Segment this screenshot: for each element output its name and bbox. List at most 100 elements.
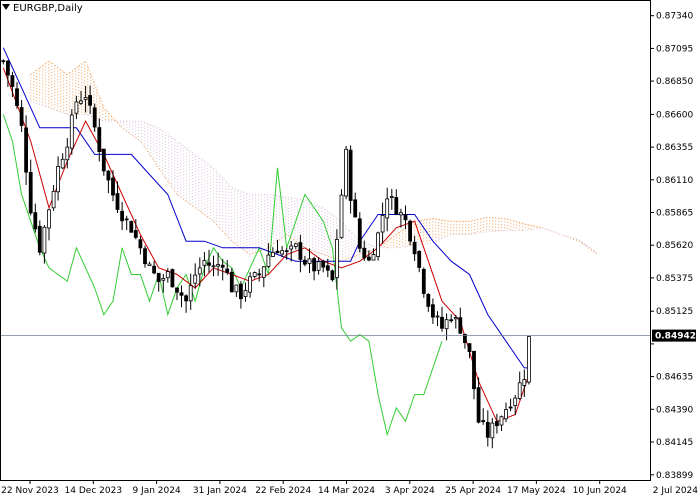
candle-body xyxy=(467,343,472,353)
candle xyxy=(344,146,349,200)
y-tick-label: 0.84635 xyxy=(656,373,693,383)
candle-body xyxy=(211,265,216,268)
candle-body xyxy=(344,148,349,197)
candle-body xyxy=(202,260,207,266)
candle xyxy=(527,336,531,385)
candle-body xyxy=(6,60,10,76)
candle-body xyxy=(1,60,6,63)
y-tick-label: 0.86850 xyxy=(656,77,693,87)
y-axis: 0.87340 0.87095 0.86850 0.86600 0.86355 0.861… xyxy=(650,12,693,481)
plot-frame xyxy=(0,0,651,481)
candle-body xyxy=(133,230,138,238)
candle-body xyxy=(389,196,394,199)
chart-canvas[interactable]: 0.84942 0.87340 0.87095 0.86850 0.86600 0.86… xyxy=(0,0,700,500)
candle-body xyxy=(261,266,266,278)
candle-body xyxy=(270,251,275,257)
x-tick-label: 14 Mar 2024 xyxy=(318,486,375,496)
candle-body xyxy=(458,317,463,334)
candle-body xyxy=(472,350,476,390)
candle-body xyxy=(394,197,399,215)
candle-body xyxy=(421,268,426,294)
chart-root: 0.84942 0.87340 0.87095 0.86850 0.86600 0.86… xyxy=(0,0,700,500)
candle-body xyxy=(485,421,490,438)
candle xyxy=(376,231,381,261)
candle-body xyxy=(275,250,280,254)
candle-body xyxy=(111,177,115,196)
candle-body xyxy=(376,232,381,257)
candle-body xyxy=(494,421,499,427)
candle-body xyxy=(430,304,435,318)
candle-body xyxy=(252,272,257,277)
candle-body xyxy=(508,406,513,409)
candle-body xyxy=(47,209,51,229)
candle xyxy=(339,189,344,239)
candle-body xyxy=(156,272,161,282)
candle-body xyxy=(216,264,221,267)
x-axis: 22 Nov 2023 14 Dec 2023 9 Jan 2024 31 Jan 2… xyxy=(1,480,698,496)
candle-body xyxy=(412,241,417,255)
candle-body xyxy=(334,239,339,278)
candle-body xyxy=(15,88,19,107)
chart-title-text: EURGBP,Daily xyxy=(13,3,83,14)
candle-body xyxy=(453,317,458,320)
candle-body xyxy=(79,100,83,104)
candle-body xyxy=(307,258,312,264)
candle-body xyxy=(449,319,454,322)
candle-body xyxy=(353,199,358,218)
x-tick-label: 31 Jan 2024 xyxy=(193,486,247,496)
candle-body xyxy=(161,278,166,281)
candle-body xyxy=(115,193,120,210)
candle-body xyxy=(33,212,38,230)
candle-body xyxy=(302,259,307,265)
candle-body xyxy=(481,420,486,423)
y-tick-label: 0.84145 xyxy=(656,438,693,448)
chart-title[interactable]: EURGBP,Daily xyxy=(2,3,83,14)
candle-body xyxy=(321,260,326,268)
candle-body xyxy=(348,149,353,201)
candle-body xyxy=(238,283,243,300)
candle-body xyxy=(357,218,362,249)
candle-body xyxy=(403,214,408,221)
candle-body xyxy=(426,293,431,307)
x-tick-label: 10 Jun 2024 xyxy=(573,486,627,496)
candle-body xyxy=(165,271,170,279)
current-price-label: 0.84942 xyxy=(655,332,696,342)
candle-body xyxy=(417,250,422,268)
candle-body xyxy=(339,194,344,238)
candle-body xyxy=(298,242,303,260)
candle-body xyxy=(385,198,390,219)
candle-body xyxy=(220,264,225,268)
y-tick-label: 0.85125 xyxy=(656,307,693,317)
candle-body xyxy=(440,316,444,329)
x-tick-label: 14 Dec 2023 xyxy=(65,486,123,496)
candle-body xyxy=(97,127,102,152)
candle-body xyxy=(435,315,440,318)
candle-body xyxy=(330,270,335,281)
y-tick-label: 0.86600 xyxy=(656,110,693,120)
chevron-down-icon[interactable] xyxy=(2,4,10,10)
candle-body xyxy=(124,218,129,221)
candle-body xyxy=(257,273,262,276)
x-tick-label: 22 Feb 2024 xyxy=(255,486,311,496)
candle-body xyxy=(147,263,152,267)
candle-body xyxy=(398,212,403,216)
candle-body xyxy=(42,226,47,254)
candle-body xyxy=(522,379,527,386)
candle-body xyxy=(101,148,106,172)
candle-body xyxy=(444,319,449,330)
candle-body xyxy=(37,225,42,253)
candle-body xyxy=(499,416,504,426)
candle-body xyxy=(371,254,376,261)
candle-body xyxy=(88,95,92,106)
candle-body xyxy=(92,107,97,128)
candle-body xyxy=(19,107,24,126)
candle-body xyxy=(65,146,70,161)
candle-body xyxy=(138,239,143,249)
candle-body xyxy=(490,422,495,439)
x-tick-label: 2 Jul 2024 xyxy=(653,486,698,496)
candle-body xyxy=(207,262,211,266)
y-tick-label: 0.84390 xyxy=(656,405,693,415)
candle-body xyxy=(293,243,298,247)
candle-body xyxy=(289,245,294,250)
candle-body xyxy=(284,250,289,253)
